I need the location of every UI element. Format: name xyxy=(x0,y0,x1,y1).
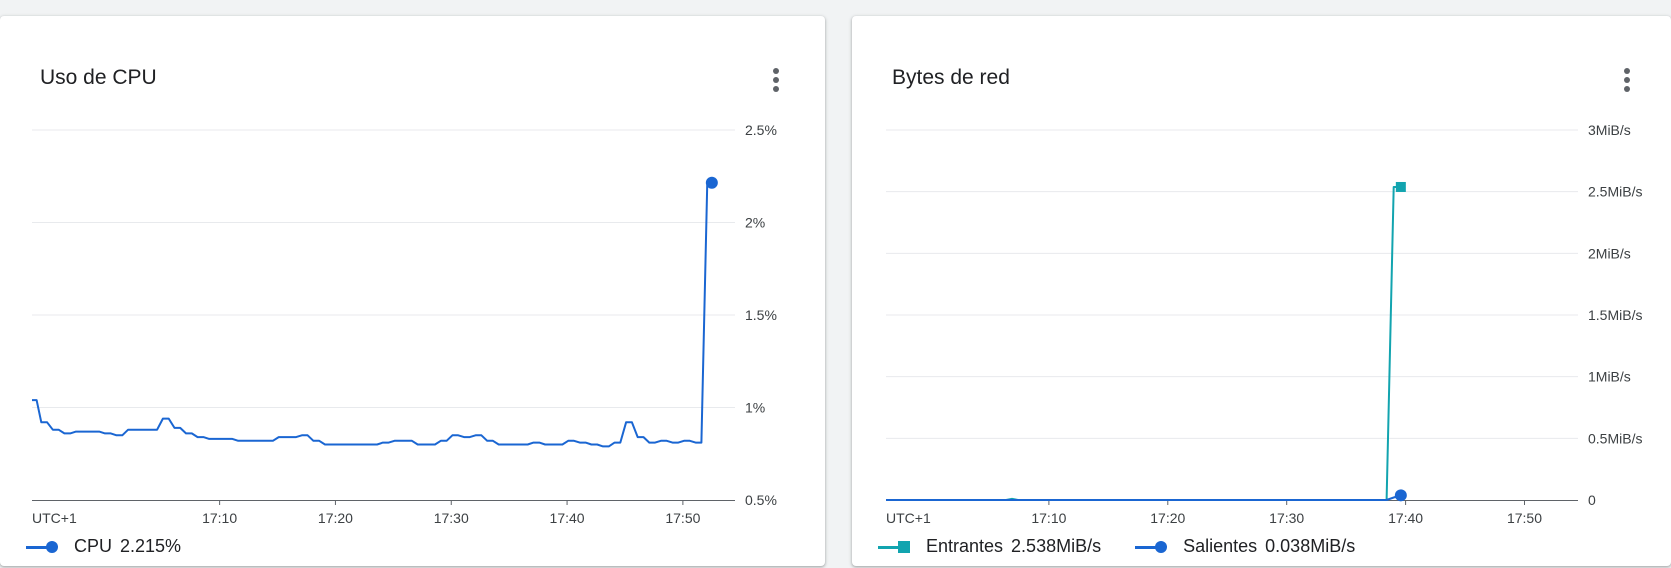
x-tick-label: 17:30 xyxy=(434,510,469,526)
series-line-salientes xyxy=(886,494,1402,501)
legend-salientes-swatch xyxy=(1135,540,1169,554)
legend-cpu-value: 2.215% xyxy=(120,536,182,556)
y-tick-label: 1MiB/s xyxy=(1588,369,1631,385)
x-tick-label: 17:20 xyxy=(1150,510,1185,526)
legend-entrantes-value: 2.538MiB/s xyxy=(1011,536,1102,556)
x-tick-label: 17:50 xyxy=(665,510,700,526)
cpu-legend: CPU 2.215% xyxy=(26,536,215,557)
y-tick-label: 0.5% xyxy=(745,492,777,508)
y-tick-label: 2.5MiB/s xyxy=(1588,184,1642,200)
series-line-entrantes xyxy=(886,186,1401,501)
cpu-usage-card: Uso de CPU 0.5% 1% 1.5% 2% 2.5% UTC+1 17:10 17:… xyxy=(0,16,825,566)
y-tick-label: 1.5MiB/s xyxy=(1588,307,1642,323)
x-tick-label: 17:30 xyxy=(1269,510,1304,526)
y-tick-label: 0.5MiB/s xyxy=(1588,430,1642,446)
legend-item-entrantes[interactable]: Entrantes 2.538MiB/s xyxy=(878,536,1101,557)
timezone-label: UTC+1 xyxy=(32,510,77,526)
legend-salientes-name: Salientes xyxy=(1183,536,1258,556)
network-legend: Entrantes 2.538MiB/s Salientes 0.038MiB/… xyxy=(878,536,1389,557)
x-tick-label: 17:20 xyxy=(318,510,353,526)
legend-entrantes-name: Entrantes xyxy=(926,536,1004,556)
series-marker-entrantes xyxy=(1395,181,1406,192)
network-bytes-chart: 0 0.5MiB/s 1MiB/s 1.5MiB/s 2MiB/s 2.5MiB/s 3Mi… xyxy=(886,122,1642,526)
series-marker-salientes xyxy=(1394,489,1407,502)
y-tick-label: 0 xyxy=(1588,492,1596,508)
x-tick-label: 17:40 xyxy=(1388,510,1423,526)
x-tick-label: 17:10 xyxy=(1031,510,1066,526)
y-tick-label: 3MiB/s xyxy=(1588,122,1631,138)
x-tick-label: 17:10 xyxy=(202,510,237,526)
legend-item-salientes[interactable]: Salientes 0.038MiB/s xyxy=(1135,536,1355,557)
timezone-label: UTC+1 xyxy=(886,510,931,526)
legend-salientes-value: 0.038MiB/s xyxy=(1265,536,1356,556)
network-bytes-card: Bytes de red 0 0.5MiB/s 1MiB/s 1.5MiB/s 2MiB… xyxy=(852,16,1671,566)
y-tick-label: 1% xyxy=(745,400,765,416)
cpu-usage-chart: 0.5% 1% 1.5% 2% 2.5% UTC+1 17:10 17:20 17:30 17:4… xyxy=(32,122,777,526)
y-tick-label: 2.5% xyxy=(745,122,777,138)
y-tick-label: 1.5% xyxy=(745,307,777,323)
series-marker-cpu xyxy=(705,176,718,189)
x-tick-label: 17:50 xyxy=(1507,510,1542,526)
legend-cpu-name: CPU xyxy=(74,536,113,556)
x-tick-label: 17:40 xyxy=(550,510,585,526)
legend-item-cpu[interactable]: CPU 2.215% xyxy=(26,536,181,557)
legend-entrantes-swatch xyxy=(878,540,912,554)
y-tick-label: 2% xyxy=(745,215,765,231)
legend-cpu-swatch xyxy=(26,540,60,554)
y-tick-label: 2MiB/s xyxy=(1588,245,1631,261)
